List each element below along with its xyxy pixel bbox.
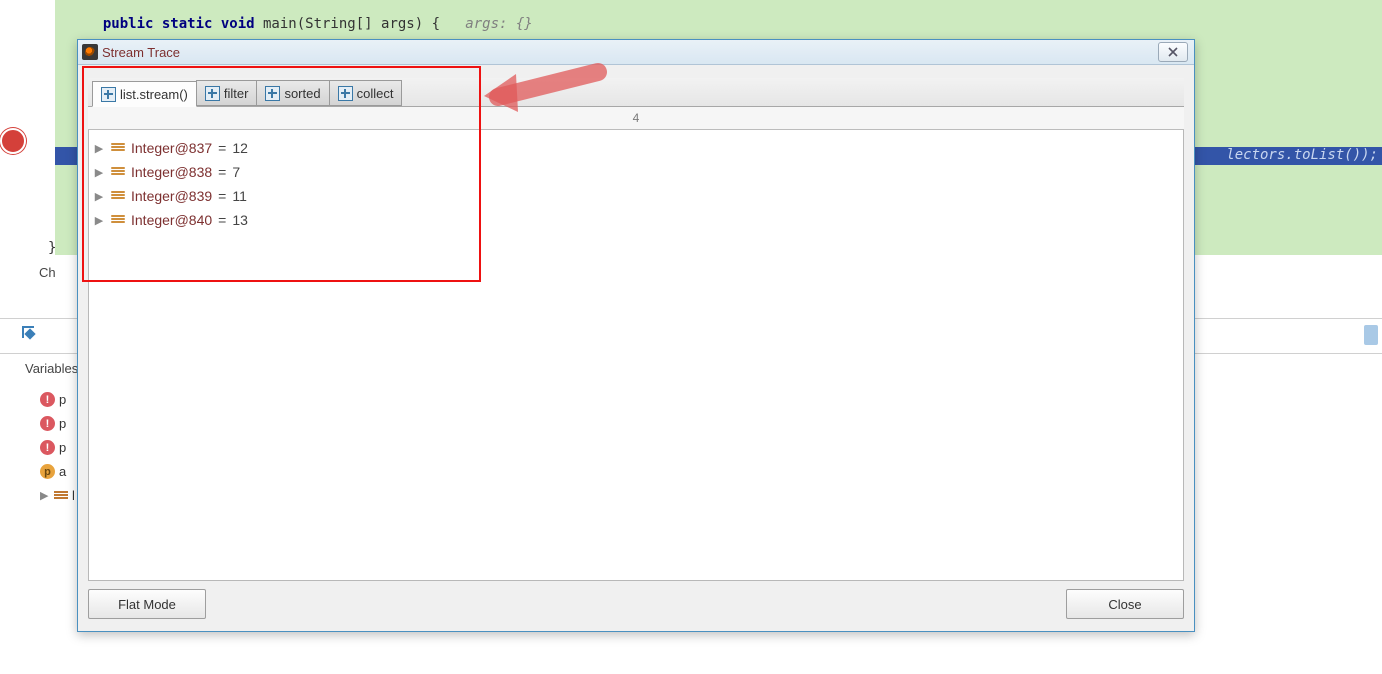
row-text: a (59, 464, 66, 479)
debug-frame-row[interactable]: !p (40, 416, 66, 431)
list-icon (54, 490, 68, 502)
debug-frame-row[interactable]: pa (40, 464, 66, 479)
annotation-red-box (82, 66, 481, 282)
close-label: Close (1108, 597, 1141, 612)
editor-code-line: public static void main(String[] args) {… (86, 0, 533, 32)
flat-mode-button[interactable]: Flat Mode (88, 589, 206, 619)
error-icon: ! (40, 416, 55, 431)
code-mid: main(String[] args) { (255, 16, 466, 32)
dialog-titlebar[interactable]: Stream Trace (78, 40, 1194, 65)
variables-panel-label: Variables (25, 361, 78, 376)
editor-gutter (0, 0, 30, 674)
debug-frame-row[interactable]: ▶l (40, 488, 75, 503)
dialog-close-button[interactable] (1158, 42, 1188, 62)
close-button[interactable]: Close (1066, 589, 1184, 619)
chevron-icon[interactable]: ▶ (40, 489, 50, 502)
runline-tail: lectors.toList()); (1226, 147, 1378, 163)
row-text: p (59, 416, 66, 431)
flat-mode-label: Flat Mode (118, 597, 176, 612)
warning-icon: p (40, 464, 55, 479)
error-icon: ! (40, 392, 55, 407)
dialog-title: Stream Trace (102, 45, 180, 60)
dialog-footer: Flat Mode Close (88, 589, 1184, 621)
breakpoint-icon[interactable] (0, 128, 26, 154)
debug-frame-row[interactable]: !p (40, 440, 66, 455)
debug-frame-row[interactable]: !p (40, 392, 66, 407)
error-icon: ! (40, 440, 55, 455)
ch-label: Ch (39, 265, 56, 280)
row-text: p (59, 392, 66, 407)
item-count: 4 (633, 111, 640, 125)
row-text: l (72, 488, 75, 503)
code-args-comment: args: {} (465, 16, 532, 32)
editor-brace: } (48, 240, 56, 256)
right-margin-marker (1364, 325, 1378, 345)
code-keywords: public static void (103, 16, 255, 32)
app-icon (82, 44, 98, 60)
row-text: p (59, 440, 66, 455)
close-icon (1168, 47, 1178, 57)
